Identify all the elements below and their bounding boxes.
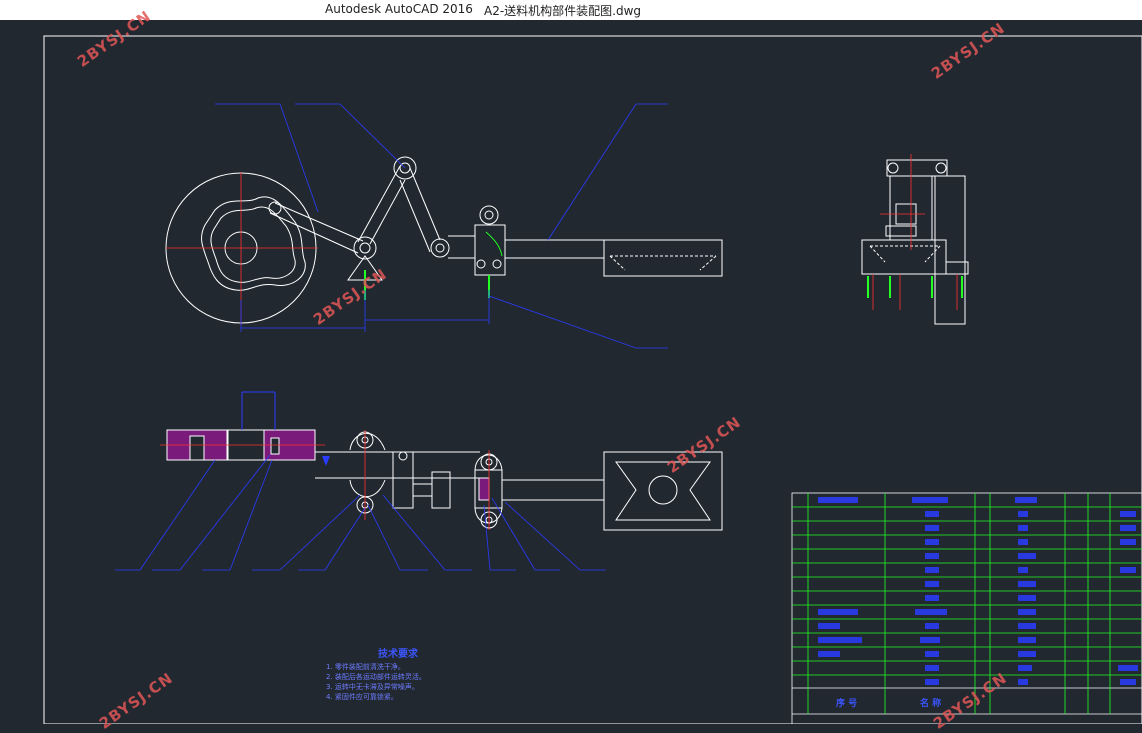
slider-spring [485, 231, 503, 257]
technical-notes-title: 技术要求 [378, 649, 418, 660]
technical-notes: 技术要求 1. 零件装配前清洗干净。 2. 装配后各运动部件运转灵活。 3. 运… [326, 650, 426, 702]
drawing-canvas[interactable]: 序 号 名 称 技术要求 1. 零件装配前清洗干净。 2. 装配后各运动部件运转… [0, 20, 1142, 724]
top-view-cam-block [166, 391, 316, 461]
window-title-bar: Autodesk AutoCAD 2016 A2-送料机构部件装配图.dwg [0, 0, 1142, 20]
file-name: A2-送料机构部件装配图.dwg [484, 4, 642, 18]
bom-table [791, 492, 1142, 724]
crank-link [268, 201, 377, 260]
top-leaders [115, 454, 606, 571]
bom-header-serial: 序 号 [836, 699, 858, 709]
technical-note-line: 4. 紧固件应可靠锁紧。 [326, 693, 398, 701]
side-view [861, 159, 969, 325]
top-arrow [322, 456, 330, 466]
technical-note-line: 1. 零件装配前清洗干净。 [326, 663, 405, 671]
app-title: Autodesk AutoCAD 2016 [325, 2, 473, 16]
rocker-arm [347, 156, 450, 281]
side-view-bolts [867, 276, 963, 298]
push-rod-tray [505, 239, 723, 277]
technical-note-line: 3. 运转中无卡滞及异常噪声。 [326, 683, 419, 691]
bom-header-name: 名 称 [920, 699, 942, 709]
front-leaders [215, 103, 668, 349]
technical-note-line: 2. 装配后各运动部件运转灵活。 [326, 673, 426, 681]
slider-block [448, 205, 506, 276]
top-view-linkage [315, 431, 480, 514]
drawing-border [43, 35, 1142, 724]
cad-drawing [43, 35, 1142, 724]
